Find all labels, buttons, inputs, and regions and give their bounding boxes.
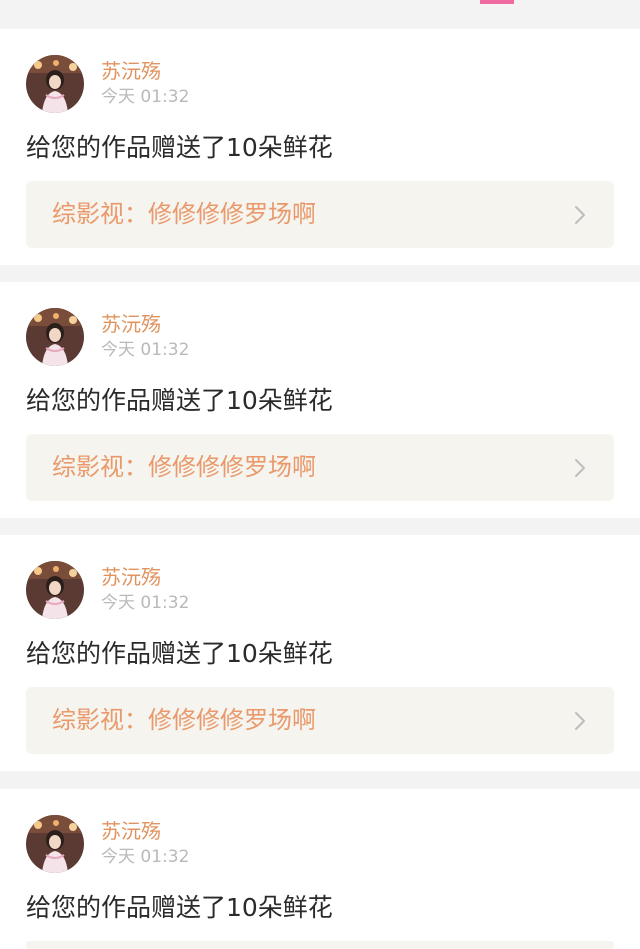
work-category-label: 综影视： bbox=[52, 706, 148, 734]
work-category-label: 综影视： bbox=[52, 200, 148, 228]
notification-card: 苏沅殇 今天 01:32 给您的作品赠送了10朵鲜花 综影视：修修修修罗场啊 bbox=[0, 282, 640, 518]
timestamp: 今天 01:32 bbox=[101, 847, 190, 867]
username[interactable]: 苏沅殇 bbox=[101, 820, 161, 842]
work-link-text: 综影视：修修修修罗场啊 bbox=[52, 453, 316, 482]
gift-message: 给您的作品赠送了10朵鲜花 bbox=[26, 639, 333, 668]
notification-card: 苏沅殇 今天 01:32 给您的作品赠送了10朵鲜花 综影视：修修修修罗场啊 bbox=[0, 535, 640, 771]
work-link-button[interactable]: 综影视：修修修修罗场啊 bbox=[26, 434, 614, 501]
work-link-button[interactable]: 综影视：修修修修罗场啊 bbox=[26, 181, 614, 248]
user-avatar[interactable] bbox=[26, 308, 84, 366]
username[interactable]: 苏沅殇 bbox=[101, 566, 161, 588]
user-avatar[interactable] bbox=[26, 55, 84, 113]
chevron-right-icon bbox=[575, 459, 585, 477]
notification-card: 苏沅殇 今天 01:32 给您的作品赠送了10朵鲜花 bbox=[0, 789, 640, 949]
active-tab-indicator bbox=[480, 0, 514, 4]
notification-card: 苏沅殇 今天 01:32 给您的作品赠送了10朵鲜花 综影视：修修修修罗场啊 bbox=[0, 29, 640, 265]
top-tab-strip bbox=[0, 0, 640, 12]
user-avatar[interactable] bbox=[26, 561, 84, 619]
work-title: 修修修修罗场啊 bbox=[148, 200, 316, 228]
work-link-text: 综影视：修修修修罗场啊 bbox=[52, 706, 316, 735]
user-avatar[interactable] bbox=[26, 815, 84, 873]
username[interactable]: 苏沅殇 bbox=[101, 60, 161, 82]
timestamp: 今天 01:32 bbox=[101, 593, 190, 613]
work-category-label: 综影视： bbox=[52, 453, 148, 481]
work-link-button[interactable]: 综影视：修修修修罗场啊 bbox=[26, 687, 614, 754]
gift-message: 给您的作品赠送了10朵鲜花 bbox=[26, 893, 333, 922]
work-link-text: 综影视：修修修修罗场啊 bbox=[52, 200, 316, 229]
work-title: 修修修修罗场啊 bbox=[148, 453, 316, 481]
gift-message: 给您的作品赠送了10朵鲜花 bbox=[26, 386, 333, 415]
work-title: 修修修修罗场啊 bbox=[148, 706, 316, 734]
work-link-button[interactable] bbox=[26, 941, 614, 949]
gift-message: 给您的作品赠送了10朵鲜花 bbox=[26, 133, 333, 162]
chevron-right-icon bbox=[575, 712, 585, 730]
username[interactable]: 苏沅殇 bbox=[101, 313, 161, 335]
timestamp: 今天 01:32 bbox=[101, 340, 190, 360]
timestamp: 今天 01:32 bbox=[101, 87, 190, 107]
chevron-right-icon bbox=[575, 206, 585, 224]
